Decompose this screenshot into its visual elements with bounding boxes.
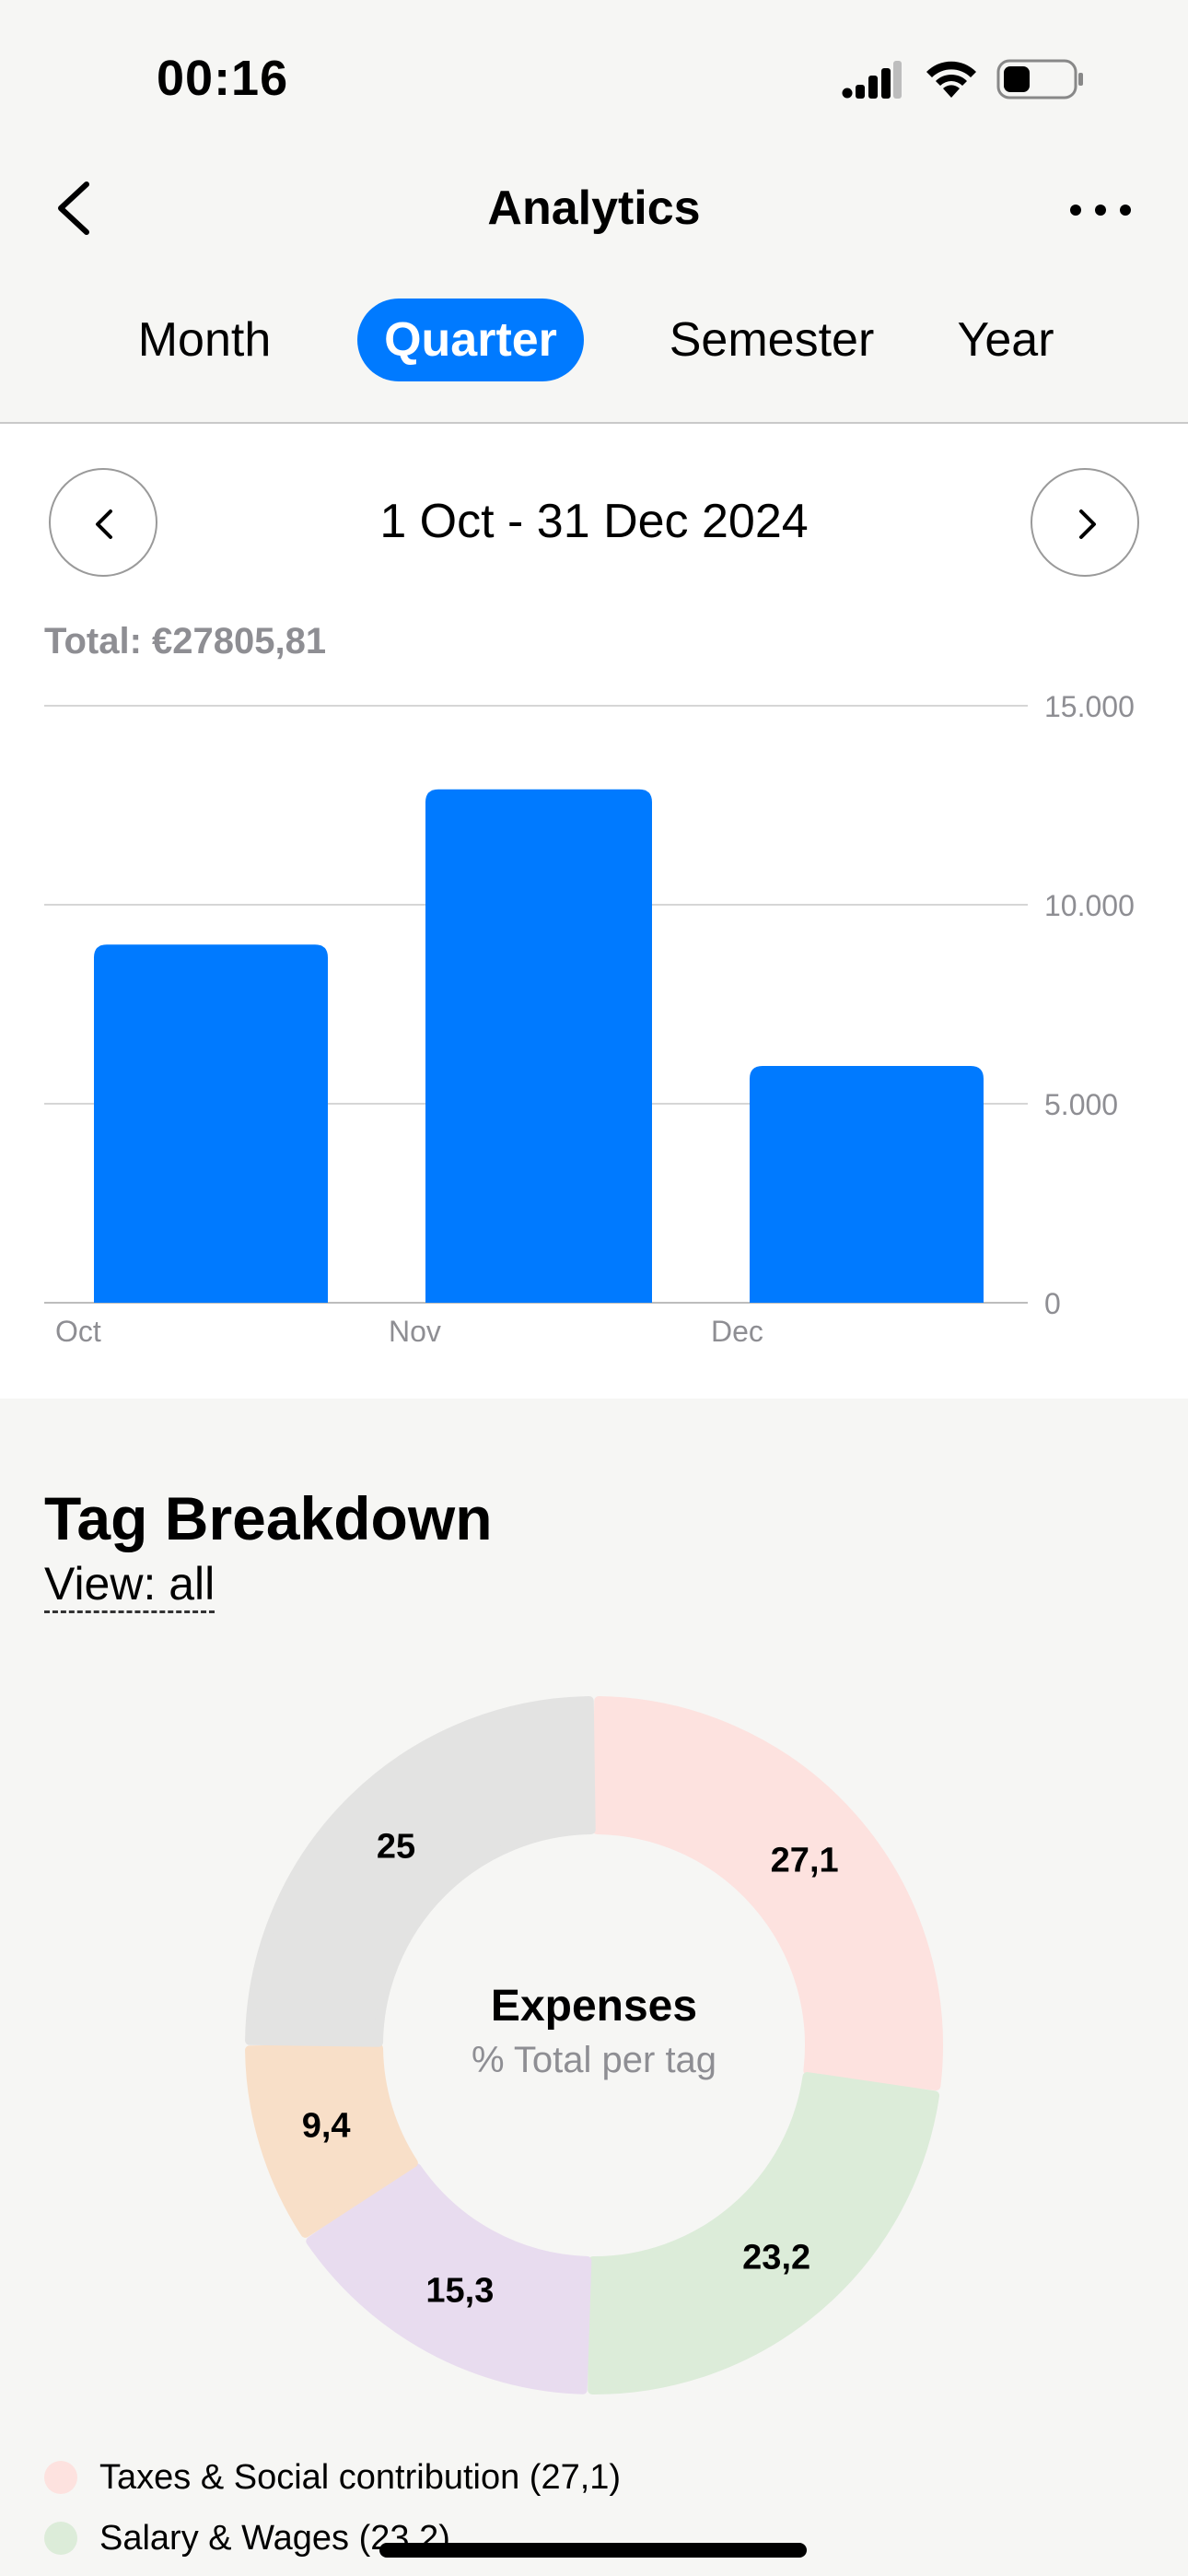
bar-nov[interactable]	[425, 789, 652, 1303]
slice-value-label: 9,4	[301, 2106, 351, 2146]
donut-slice[interactable]	[588, 2072, 940, 2395]
x-tick-label: Dec	[711, 1315, 763, 1348]
y-tick-label: 5.000	[1044, 1088, 1118, 1121]
y-tick-label: 10.000	[1044, 889, 1135, 922]
slice-value-label: 25	[376, 1827, 416, 1867]
tag-legend: Taxes & Social contribution (27,1) Salar…	[44, 2454, 621, 2576]
view-filter-link[interactable]: View: all	[44, 1557, 215, 1613]
cellular-signal-icon	[842, 61, 902, 99]
tab-semester[interactable]: Semester	[659, 299, 884, 381]
next-period-button[interactable]	[1031, 468, 1139, 577]
slice-value-label: 27,1	[770, 1841, 839, 1880]
total-amount: Total: €27805,81	[44, 621, 327, 662]
tab-quarter[interactable]: Quarter	[357, 299, 584, 381]
page-title: Analytics	[487, 181, 701, 235]
battery-icon	[996, 59, 1083, 100]
period-selector: Month Quarter Semester Year	[0, 299, 1188, 381]
tab-month[interactable]: Month	[120, 299, 289, 381]
bar-oct[interactable]	[94, 944, 328, 1303]
monthly-bar-chart: 15.000 10.000 5.000 0 Oct Nov Dec	[44, 690, 1135, 1348]
status-bar: 00:16	[0, 0, 1188, 157]
y-tick-label: 0	[1044, 1287, 1061, 1320]
legend-label: Taxes & Social contribution (27,1)	[99, 2458, 622, 2497]
y-tick-label: 15.000	[1044, 690, 1135, 723]
date-range-label: 1 Oct - 31 Dec 2024	[379, 495, 809, 548]
home-indicator	[379, 2543, 807, 2558]
x-tick-label: Nov	[389, 1315, 441, 1348]
status-time: 00:16	[157, 51, 289, 106]
chevron-right-icon	[1079, 509, 1096, 539]
donut-center-title: Expenses	[490, 1982, 698, 2031]
wifi-icon	[926, 61, 976, 98]
bar-dec[interactable]	[750, 1065, 984, 1303]
x-tick-label: Oct	[55, 1315, 101, 1348]
tag-breakdown-title: Tag Breakdown	[44, 1484, 493, 1552]
legend-color-dot	[44, 2522, 77, 2555]
slice-value-label: 15,3	[425, 2271, 495, 2311]
tab-year[interactable]: Year	[949, 299, 1063, 381]
legend-color-dot	[44, 2461, 77, 2494]
slice-value-label: 23,2	[742, 2238, 811, 2277]
legend-item[interactable]: Taxes & Social contribution (27,1)	[44, 2454, 621, 2515]
more-options-icon[interactable]	[1059, 184, 1142, 236]
donut-center-subtitle: % Total per tag	[471, 2040, 717, 2080]
